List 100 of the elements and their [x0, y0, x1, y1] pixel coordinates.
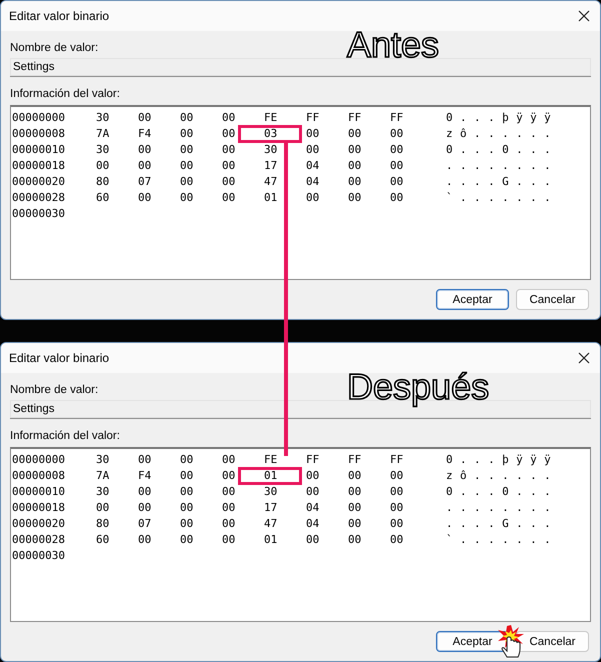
- field-label: Nombre de valor:: [10, 41, 98, 55]
- byte-text: FF: [348, 110, 362, 126]
- byte-text: 00: [138, 452, 152, 468]
- byte-text: 01: [264, 468, 306, 484]
- byte-text: 00: [138, 142, 152, 158]
- byte-text: 00: [390, 484, 404, 500]
- byte-text: FE: [264, 452, 278, 468]
- byte-text: 00: [348, 516, 362, 532]
- ascii-text: ........: [446, 158, 558, 174]
- address-text: 00000018: [12, 158, 66, 174]
- byte-text: 00: [180, 500, 194, 516]
- byte-text: 30: [96, 110, 110, 126]
- address-text: 00000030: [12, 206, 66, 222]
- byte-text: 00: [306, 126, 320, 142]
- byte-text: FF: [348, 452, 362, 468]
- dialog-button[interactable]: Cancelar: [516, 289, 589, 310]
- byte-text: 00: [180, 142, 194, 158]
- address-text: 00000008: [12, 126, 66, 142]
- byte-text: FF: [390, 452, 404, 468]
- byte-text: 04: [306, 174, 320, 190]
- byte-text: 00: [180, 452, 194, 468]
- byte-text: 00: [390, 516, 404, 532]
- byte-text: 80: [96, 516, 110, 532]
- byte-text: 00: [222, 516, 236, 532]
- close-icon[interactable]: [578, 352, 590, 364]
- byte-text: 01: [264, 532, 278, 548]
- dialog-button[interactable]: Aceptar: [436, 289, 509, 310]
- field-label: Información del valor:: [10, 87, 120, 101]
- ascii-text: zô......: [446, 126, 558, 142]
- byte-text: 00: [222, 500, 236, 516]
- byte-text: 00: [138, 484, 152, 500]
- byte-text: 00: [306, 484, 320, 500]
- hex-editor[interactable]: [10, 447, 591, 622]
- field-label: Nombre de valor:: [10, 383, 98, 397]
- byte-text: 00: [348, 500, 362, 516]
- byte-text: FF: [306, 452, 320, 468]
- byte-text: 00: [138, 500, 152, 516]
- byte-text: 00: [306, 190, 320, 206]
- byte-text: 00: [180, 516, 194, 532]
- byte-text: 30: [96, 142, 110, 158]
- ascii-text: ....G...: [446, 174, 558, 190]
- byte-text: 00: [180, 126, 194, 142]
- dialog-button[interactable]: Cancelar: [516, 631, 589, 652]
- address-text: 00000020: [12, 516, 66, 532]
- byte-text: 00: [138, 532, 152, 548]
- byte-text: 00: [348, 126, 362, 142]
- byte-text: 00: [180, 190, 194, 206]
- byte-text: 07: [138, 516, 152, 532]
- byte-text: 00: [390, 142, 404, 158]
- byte-text: 00: [222, 158, 236, 174]
- byte-text: 00: [348, 484, 362, 500]
- byte-text: 00: [222, 142, 236, 158]
- byte-text: 00: [222, 484, 236, 500]
- address-text: 00000000: [12, 110, 66, 126]
- address-text: 00000020: [12, 174, 66, 190]
- byte-text: 30: [264, 142, 278, 158]
- byte-text: 00: [180, 468, 194, 484]
- byte-text: FF: [306, 110, 320, 126]
- byte-text: 07: [138, 174, 152, 190]
- byte-text: 00: [222, 452, 236, 468]
- byte-text: 00: [180, 110, 194, 126]
- byte-text: 04: [306, 516, 320, 532]
- address-text: 00000030: [12, 548, 66, 564]
- byte-text: 00: [348, 468, 362, 484]
- ascii-text: ....G...: [446, 516, 558, 532]
- byte-text: 00: [390, 532, 404, 548]
- address-text: 00000000: [12, 452, 66, 468]
- byte-text: 00: [138, 110, 152, 126]
- address-text: 00000010: [12, 142, 66, 158]
- byte-text: 30: [96, 452, 110, 468]
- field-label: Información del valor:: [10, 429, 120, 443]
- byte-text: 00: [390, 190, 404, 206]
- byte-text: 00: [180, 158, 194, 174]
- byte-text: 7A: [96, 468, 110, 484]
- byte-text: 00: [138, 190, 152, 206]
- ascii-text: 0...0...: [446, 484, 558, 500]
- byte-text: FE: [264, 110, 278, 126]
- byte-text: 00: [390, 126, 404, 142]
- byte-text: 30: [96, 484, 110, 500]
- byte-text: 00: [306, 532, 320, 548]
- byte-text: 00: [348, 190, 362, 206]
- window-title: Editar valor binario: [9, 351, 110, 365]
- byte-text: 30: [264, 484, 278, 500]
- close-icon[interactable]: [578, 10, 590, 22]
- byte-text: 00: [180, 532, 194, 548]
- byte-text: 00: [180, 174, 194, 190]
- byte-text: 00: [390, 174, 404, 190]
- byte-text: 17: [264, 500, 278, 516]
- byte-text: 80: [96, 174, 110, 190]
- dialog-button[interactable]: Aceptar: [436, 631, 509, 652]
- byte-text: 00: [180, 484, 194, 500]
- byte-text: 60: [96, 190, 110, 206]
- ascii-text: 0...þÿÿÿ: [446, 110, 558, 126]
- address-text: 00000028: [12, 532, 66, 548]
- byte-text: 03: [264, 126, 306, 142]
- byte-text: 00: [348, 532, 362, 548]
- hex-editor[interactable]: [10, 105, 591, 280]
- ascii-text: zô......: [446, 468, 558, 484]
- byte-text: 00: [222, 126, 236, 142]
- ascii-text: 0...0...: [446, 142, 558, 158]
